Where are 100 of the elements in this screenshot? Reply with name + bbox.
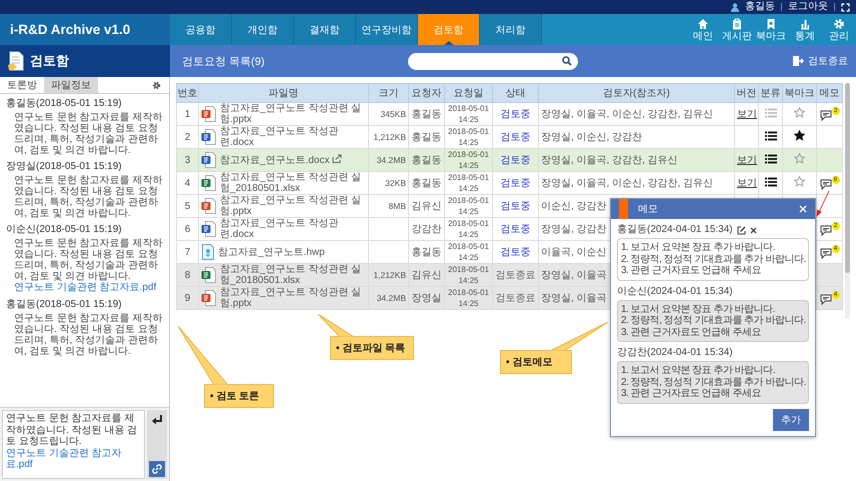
attachment-link[interactable]: 연구노트 기술관련 참고자료.pdf xyxy=(14,282,156,294)
callout: • 검토파일 목록 xyxy=(318,314,414,360)
home-icon xyxy=(697,18,709,30)
status-label: 검토중 xyxy=(500,154,530,166)
search-icon[interactable] xyxy=(562,56,572,66)
list-icon[interactable] xyxy=(764,130,776,140)
message-field[interactable]: 연구노트 문헌 참고자료를 제작하였습니다. 작성된 내용 검토 요청드립니다. 연구노트 기술관련 참고자료.pdf xyxy=(2,410,145,479)
table-cell: 1 xyxy=(176,102,198,126)
status-label: 검토중 xyxy=(500,178,530,188)
nav-shortcut[interactable]: 게시판 xyxy=(720,14,754,45)
comment-text: 연구노트 문헌 참고자료를 제작하였습니다. 작성된 내용 검토 요청드리며, 특허, 작성기술과 관련하여, 검토 및 의견 바랍니다. xyxy=(13,238,164,282)
column-header: 분류 xyxy=(758,84,782,102)
file-icon xyxy=(201,106,217,122)
table-cell: 2018-05-01 14:25 xyxy=(444,194,492,218)
table-cell: 김유신 xyxy=(408,194,444,218)
column-header: 버전 xyxy=(734,84,758,102)
file-icon xyxy=(201,152,217,168)
add-button[interactable]: 추가 xyxy=(773,408,809,430)
table-cell: 34.2MB xyxy=(368,286,408,310)
table-cell: 2018-05-01 14:25 xyxy=(444,286,492,310)
popup-title: 메모 xyxy=(637,203,659,216)
status-label: 검토중 xyxy=(500,224,530,234)
logout-link[interactable]: 로그아웃 xyxy=(788,0,828,14)
nav-tab[interactable]: 공용함 xyxy=(170,14,232,45)
link-icon xyxy=(152,464,162,474)
table-cell: 2018-05-01 14:25 xyxy=(444,264,492,286)
list-icon[interactable] xyxy=(764,176,776,186)
status-label: 검토종료 xyxy=(496,292,536,304)
file-icon xyxy=(201,221,217,237)
memo-text: 1. 보고서 요약본 장표 추가 바랍니다. 2. 정량적, 정성적 기대효과를 추가 바랍니다. 3. 관련 근거자료도 언급해 주세요 xyxy=(617,361,809,404)
column-header: 번호 xyxy=(176,84,198,102)
attach-button[interactable] xyxy=(149,461,165,477)
search-field[interactable] xyxy=(408,52,578,70)
file-icon xyxy=(201,129,217,145)
table-cell: 2018-05-01 14:25 xyxy=(444,172,492,194)
app-title: i-R&D Archive v1.0 xyxy=(0,14,170,45)
table-cell: 8MB xyxy=(368,194,408,218)
star-icon[interactable] xyxy=(794,153,805,164)
delete-icon[interactable] xyxy=(750,226,757,234)
nav-shortcut[interactable]: 관리 xyxy=(822,14,856,45)
memo-text: 1. 보고서 요약본 장표 추가 바랍니다. 2. 정량적, 정성적 기대효과를 추가 바랍니다. 3. 관련 근거자료도 언급해 주세요 xyxy=(617,300,809,342)
column-header: 검토자(참조자) xyxy=(538,84,734,102)
star-icon[interactable] xyxy=(794,130,805,141)
nav-tab[interactable]: 결재함 xyxy=(294,14,356,45)
memo-author: 강감찬(2024-04-01 15:34) xyxy=(617,347,733,359)
nav-tab[interactable]: 처리함 xyxy=(480,14,542,45)
comment-author: 이순신(2018-05-01 15:19) xyxy=(6,224,123,236)
gear-icon xyxy=(833,18,845,30)
section-title: 검토함 xyxy=(30,52,69,70)
comment-author: 홍길동(2018-05-01 15:19) xyxy=(6,299,123,311)
table-cell: 2018-05-01 14:25 xyxy=(444,102,492,126)
comment-text: 연구노트 문헌 참고자료를 제작하였습니다. 작성된 내용 검토 요청드리며, 특허, 작성기술과 관련하여, 검토 및 의견 바랍니다. xyxy=(13,112,164,156)
column-header: 크기 xyxy=(368,84,408,102)
list-icon[interactable] xyxy=(764,154,776,164)
fullscreen-icon[interactable] xyxy=(841,2,850,12)
attachment-link[interactable]: 연구노트 기술관련 참고자료.pdf xyxy=(6,448,141,470)
list-title: 검토요청 목록(9) xyxy=(182,54,266,68)
end-review-button[interactable]: 검토종료 xyxy=(792,54,848,68)
close-icon[interactable] xyxy=(799,205,807,213)
nav-tab[interactable]: 연구장비함 xyxy=(356,14,418,45)
table-cell: 홍길동 xyxy=(408,172,444,194)
table-cell: 32KB xyxy=(368,172,408,194)
nav-shortcut[interactable]: 메인 xyxy=(686,14,720,45)
nav-shortcut[interactable]: 북마크 xyxy=(754,14,788,45)
table-cell: 34.2MB xyxy=(368,148,408,172)
settings-icon[interactable] xyxy=(152,80,161,90)
comment-text: 연구노트 문헌 참고자료를 제작하였습니다. 작성된 내용 검토 요청드리며, 특허, 작성기술과 관련하여, 검토 및 의견 바랍니다. xyxy=(13,313,164,357)
scrollbar[interactable] xyxy=(845,83,850,319)
file-icon xyxy=(201,175,217,191)
table-cell: 5 xyxy=(176,194,198,218)
table-cell: 장영실, 이율곡, 이순신, 강감찬, 김유신 xyxy=(538,102,734,126)
user-icon xyxy=(731,2,739,12)
status-label: 검토종료 xyxy=(496,270,536,280)
accent-bar xyxy=(619,199,628,219)
table-cell: 6 xyxy=(176,218,198,240)
share-icon[interactable] xyxy=(332,154,342,163)
star-icon[interactable] xyxy=(794,176,805,187)
exit-icon xyxy=(792,55,804,67)
nav-shortcut[interactable]: 통계 xyxy=(788,14,822,45)
table-cell: 9 xyxy=(176,286,198,310)
status-label: 검토중 xyxy=(500,108,530,120)
clipboard-icon xyxy=(731,18,743,30)
callout: • 검토 토론 xyxy=(178,326,274,408)
file-icon xyxy=(201,198,217,214)
table-cell: 홍길동 xyxy=(408,148,444,172)
star-icon[interactable] xyxy=(794,107,805,118)
table-cell: 장영실 xyxy=(408,286,444,310)
column-header: 북마크 xyxy=(782,84,816,102)
table-cell: 8 xyxy=(176,264,198,286)
panel-tab[interactable]: 파일정보 xyxy=(44,77,98,93)
file-icon xyxy=(201,290,217,306)
column-header: 요청자 xyxy=(408,84,444,102)
file-icon xyxy=(201,267,217,283)
nav-tab[interactable]: 개인함 xyxy=(232,14,294,45)
memo-author: 홍길동(2024-04-01 15:34) xyxy=(617,224,733,236)
comment-author: 홍길동(2018-05-01 15:19) xyxy=(6,98,123,110)
edit-icon[interactable] xyxy=(736,226,746,234)
memo-text[interactable]: 1. 보고서 요약본 장표 추가 바랍니다. 2. 정량적, 정성적 기대효과를 추가 바랍니다. 3. 관련 근거자료도 언급해 주세요 xyxy=(617,238,809,280)
pointer-arrow xyxy=(815,190,831,218)
table-cell: 4 xyxy=(176,172,198,194)
